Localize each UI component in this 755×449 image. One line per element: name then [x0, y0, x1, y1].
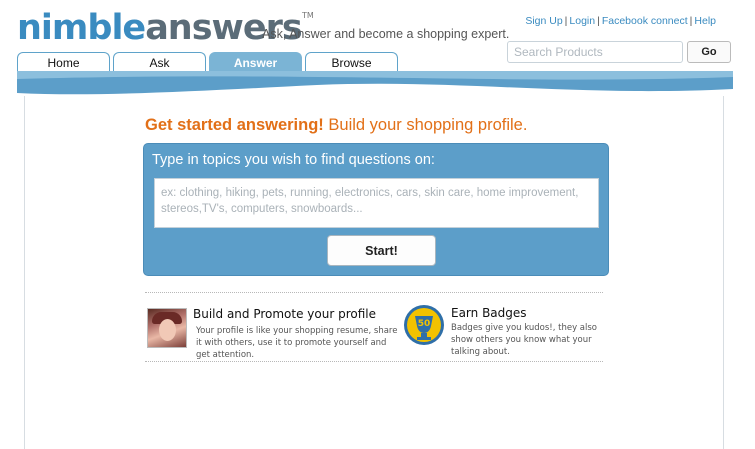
- site-logo[interactable]: nimbleanswers TM: [17, 6, 314, 50]
- sign-up-link[interactable]: Sign Up: [525, 15, 562, 27]
- topics-panel-title: Type in topics you wish to find question…: [152, 152, 435, 168]
- site-tagline: Ask, Answer and become a shopping expert…: [262, 27, 510, 41]
- feature-profile-description: Your profile is like your shopping resum…: [196, 326, 398, 360]
- login-link[interactable]: Login: [569, 15, 595, 27]
- link-separator: |: [597, 15, 600, 27]
- feature-badges-title: Earn Badges: [451, 306, 527, 320]
- profile-avatar-image: [147, 308, 187, 348]
- search-products-input[interactable]: [507, 41, 683, 63]
- help-link[interactable]: Help: [694, 15, 716, 27]
- badge-number: 50: [418, 319, 431, 329]
- trademark-mark: TM: [301, 11, 314, 20]
- feature-profile-title: Build and Promote your profile: [193, 307, 376, 321]
- headline-bold: Get started answering!: [145, 116, 324, 134]
- topics-input[interactable]: [154, 178, 599, 228]
- topics-panel: Type in topics you wish to find question…: [143, 143, 609, 276]
- header-wave-bar: [17, 71, 733, 95]
- avatar-face: [159, 319, 176, 341]
- page-headline: Get started answering! Build your shoppi…: [145, 116, 527, 135]
- logo-text-nimble: nimble: [17, 8, 146, 48]
- feature-badges-description: Badges give you kudos!, they also show o…: [451, 323, 597, 357]
- link-separator: |: [689, 15, 693, 27]
- facebook-connect-link[interactable]: Facebook connect: [602, 15, 688, 27]
- badge-50-icon: 50: [404, 305, 444, 345]
- headline-rest: Build your shopping profile.: [323, 116, 528, 134]
- search-go-button[interactable]: Go: [687, 41, 731, 63]
- account-links: Sign Up | Login | Facebook connect | Help: [525, 15, 716, 27]
- divider-bottom: [145, 361, 603, 362]
- start-button[interactable]: Start!: [327, 235, 436, 266]
- link-separator: |: [564, 15, 568, 27]
- divider-top: [145, 292, 603, 293]
